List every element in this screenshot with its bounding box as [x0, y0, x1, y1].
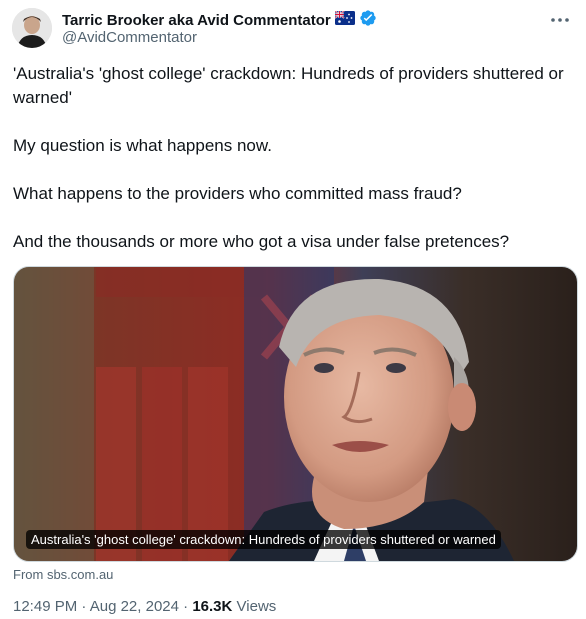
- article-photo: [14, 267, 577, 561]
- tweet-timestamp-link[interactable]: 12:49 PM · Aug 22, 2024: [13, 598, 179, 615]
- tweet-line-2: What happens to the providers who commit…: [13, 184, 462, 203]
- link-preview-card[interactable]: Australia's 'ghost college' crackdown: H…: [13, 266, 578, 562]
- tweet-time: 12:49 PM: [13, 598, 78, 615]
- meta-separator-2: ·: [178, 598, 193, 615]
- views-label: Views: [236, 598, 277, 615]
- tweet-meta: 12:49 PM · Aug 22, 2024 · 16.3K Views: [13, 598, 276, 615]
- tweet-text: 'Australia's 'ghost college' crackdown: …: [13, 62, 573, 254]
- author-display-name[interactable]: Tarric Brooker aka Avid Commentator: [62, 12, 331, 29]
- tweet-line-3: And the thousands or more who got a visa…: [13, 232, 510, 251]
- meta-separator-1: ·: [77, 598, 90, 615]
- tweet-date: Aug 22, 2024: [89, 598, 179, 615]
- avatar-image: [12, 8, 52, 48]
- card-source-link[interactable]: From sbs.com.au: [13, 567, 113, 582]
- author-avatar[interactable]: [12, 8, 52, 48]
- tweet-line-1: My question is what happens now.: [13, 136, 272, 155]
- author-handle[interactable]: @AvidCommentator: [62, 29, 197, 46]
- card-caption: Australia's 'ghost college' crackdown: H…: [26, 530, 501, 549]
- tweet-header: Tarric Brooker aka Avid Commentator @Avi…: [12, 8, 574, 52]
- australia-flag-icon: [334, 10, 355, 30]
- more-options-icon[interactable]: [548, 10, 572, 30]
- verified-badge-icon[interactable]: [359, 9, 377, 32]
- views-count: 16.3K: [192, 598, 233, 615]
- views-link[interactable]: 16.3K Views: [192, 598, 276, 615]
- tweet-headline: 'Australia's 'ghost college' crackdown: …: [13, 64, 569, 107]
